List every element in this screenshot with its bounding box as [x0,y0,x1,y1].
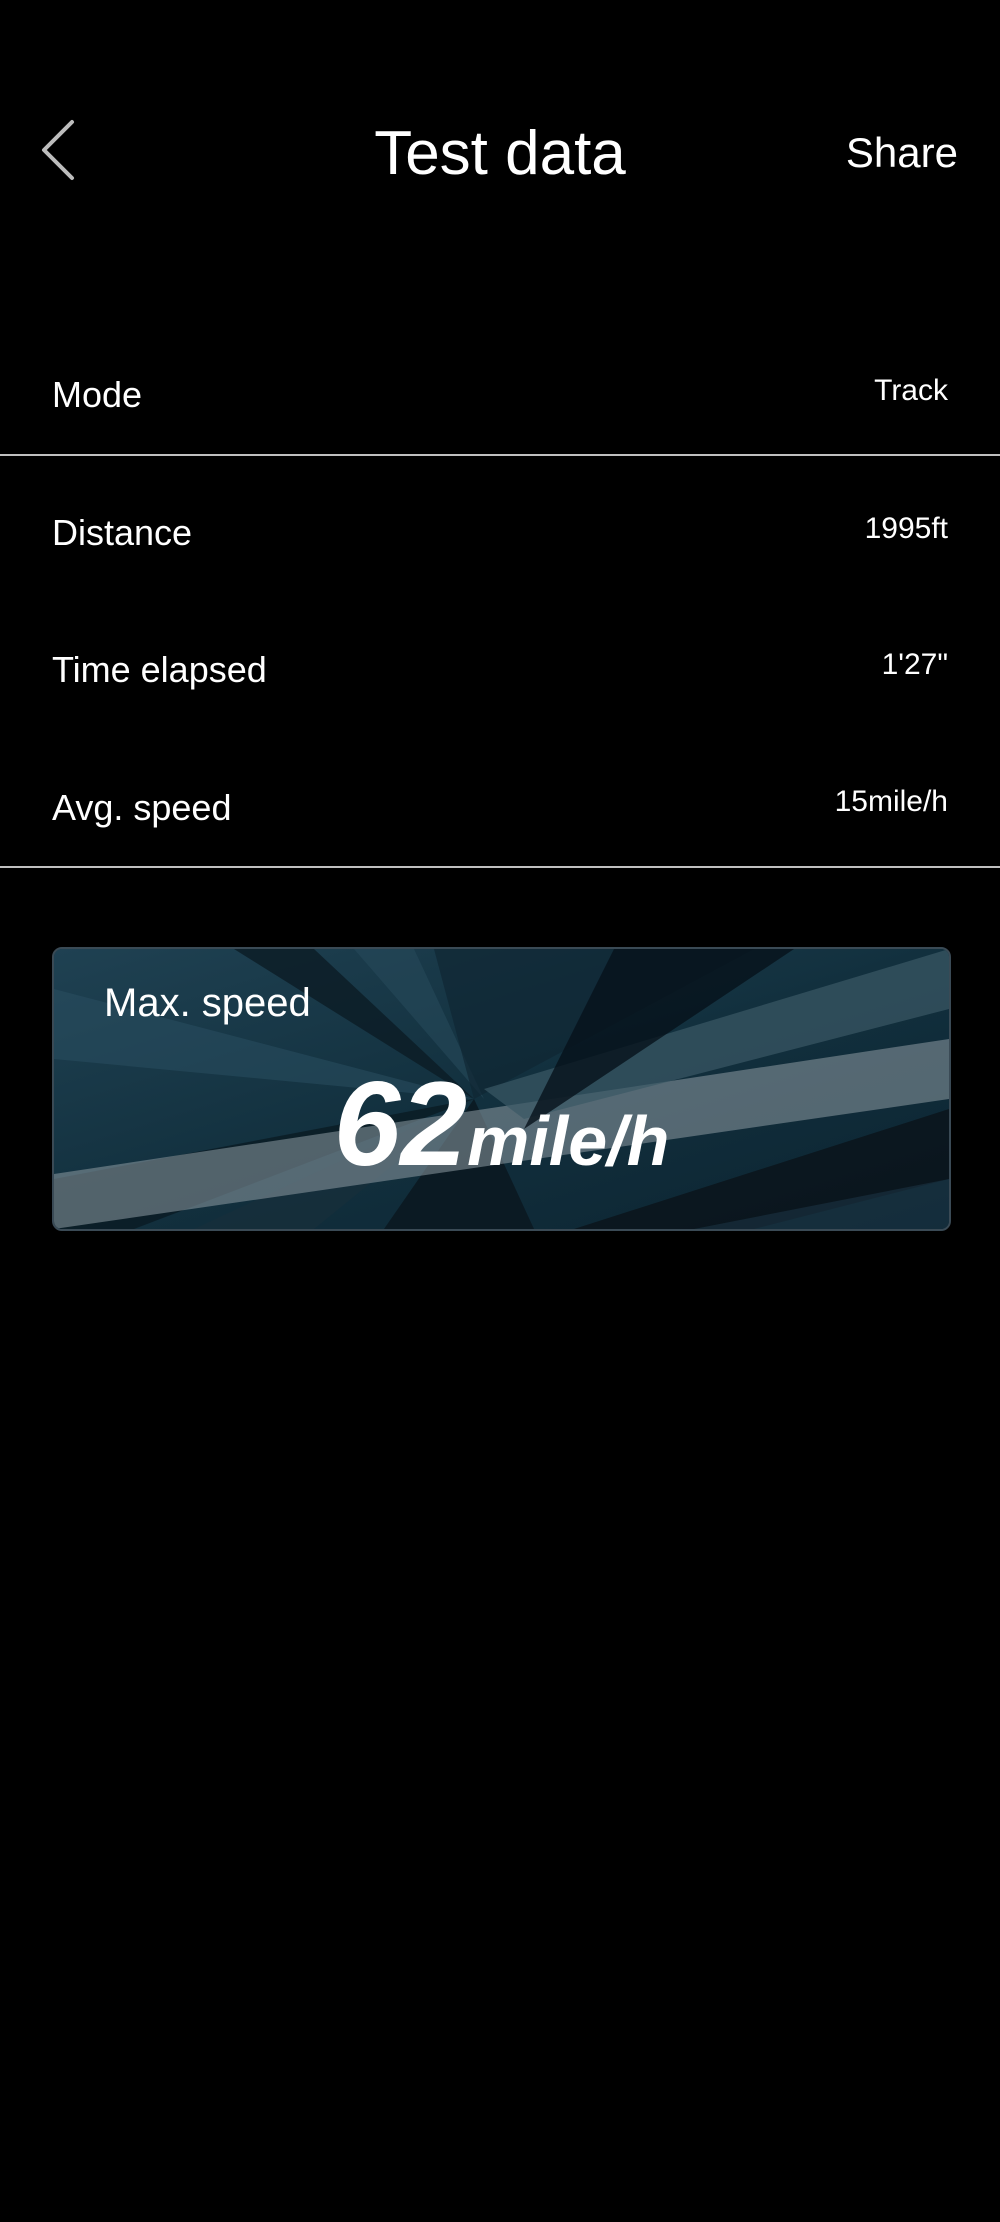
divider [0,866,1000,868]
max-speed-readout: 62mile/h [54,1059,949,1206]
mode-label: Mode [52,374,143,415]
max-speed-unit: mile/h [467,1102,670,1180]
mode-row: Mode Track [0,325,1000,463]
divider [0,454,1000,456]
max-speed-label: Max. speed [104,981,311,1025]
share-button[interactable]: Share [846,127,958,179]
max-speed-value: 62 [333,1057,468,1191]
avg-speed-label: Avg. speed [52,787,232,828]
distance-label: Distance [52,512,193,553]
header-bar: Test data Share [0,0,1000,300]
avg-speed-value: 15mile/h [834,785,948,818]
time-elapsed-row: Time elapsed 1'27" [0,600,1000,738]
time-elapsed-value: 1'27" [881,648,948,681]
time-elapsed-label: Time elapsed [52,649,267,690]
max-speed-card: Max. speed 62mile/h [52,947,951,1231]
distance-row: Distance 1995ft [0,462,1000,600]
avg-speed-row: Avg. speed 15mile/h [0,738,1000,876]
mode-value: Track [874,374,948,407]
distance-value: 1995ft [864,512,948,545]
